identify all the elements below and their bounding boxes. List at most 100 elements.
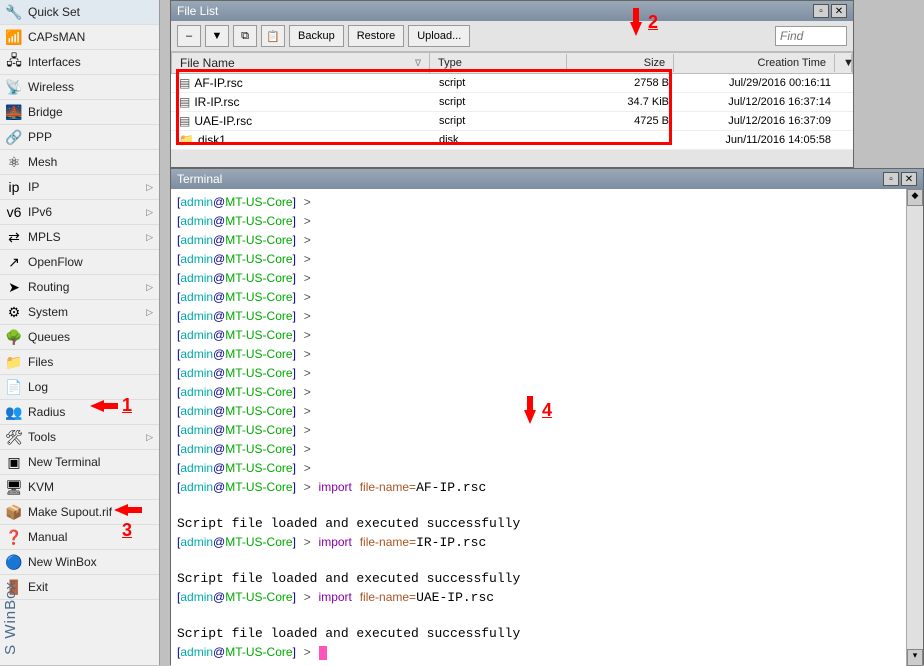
menu-item-kvm[interactable]: 🖥KVM [0,475,159,500]
file-ctime: Jul/12/2016 16:37:09 [677,113,839,129]
paste-button[interactable]: 📋 [261,25,285,47]
col-type[interactable]: Type [430,54,567,72]
menu-item-radius[interactable]: 👥Radius [0,400,159,425]
file-icon: ▤ [179,76,190,90]
file-ctime: Jun/11/2016 14:05:58 [677,132,839,148]
menu-icon: 📁 [6,354,22,370]
table-row[interactable]: ▤ IR-IP.rscscript34.7 KiBJul/12/2016 16:… [171,93,853,112]
file-name: UAE-IP.rsc [194,114,252,128]
table-row[interactable]: ▤ UAE-IP.rscscript4725 BJul/12/2016 16:3… [171,112,853,131]
menu-item-mesh[interactable]: ⚛ Mesh [0,150,159,175]
submenu-arrow-icon: ▷ [146,182,153,193]
terminal-scrollbar[interactable]: ◆ ▾ [906,189,923,666]
menu-item-files[interactable]: 📁Files [0,350,159,375]
sidebar: 🔧 Quick Set 📶CAPsMAN🖧Interfaces📡Wireless🌉B… [0,0,160,665]
terminal-content[interactable]: [admin@MT-US-Core] > [admin@MT-US-Core] … [171,189,906,666]
menu-label: Wireless [28,80,153,94]
terminal-close-button[interactable]: ✕ [901,172,917,186]
menu-item-bridge[interactable]: 🌉Bridge [0,100,159,125]
menu-item-new-winbox[interactable]: 🔵New WinBox [0,550,159,575]
menu-item-capsman[interactable]: 📶CAPsMAN [0,25,159,50]
menu-label: Mesh [28,155,153,169]
col-file-name[interactable]: File Name∇ [172,53,430,73]
menu-icon: ip [6,179,22,195]
file-type: disk [431,132,569,148]
restore-button[interactable]: Restore [348,25,405,47]
terminal-titlebar[interactable]: Terminal ▫ ✕ [171,169,923,189]
menu-icon: ➤ [6,279,22,295]
file-size: 34.7 KiB [569,94,677,110]
menu-item-ipv6[interactable]: v6IPv6▷ [0,200,159,225]
file-name: IR-IP.rsc [194,95,239,109]
menu-item-new-terminal[interactable]: ▣ New Terminal [0,450,159,475]
close-button[interactable]: ✕ [831,4,847,18]
menu-label: Routing [28,280,140,294]
menu-item-exit[interactable]: 🚪Exit [0,575,159,600]
minimize-button[interactable]: ▫ [813,4,829,18]
file-list-title: File List [177,4,811,18]
menu-label: System [28,305,140,319]
menu-icon: 🖥 [6,479,22,495]
col-menu-button[interactable]: ▼ [835,54,852,72]
menu-item-mpls[interactable]: ⇄MPLS▷ [0,225,159,250]
terminal-title: Terminal [177,172,881,186]
menu-item-tools[interactable]: 🛠Tools▷ [0,425,159,450]
menu-icon: ⇄ [6,229,22,245]
menu-item-openflow[interactable]: ↗OpenFlow [0,250,159,275]
menu-label: Interfaces [28,55,153,69]
menu-item-log[interactable]: 📄 Log [0,375,159,400]
copy-button[interactable]: ⧉ [233,25,257,47]
menu-item-ppp[interactable]: 🔗PPP [0,125,159,150]
menu-icon: v6 [6,204,22,220]
menu-item-queues[interactable]: 🌳Queues [0,325,159,350]
menu-label: IP [28,180,140,194]
menu-label: Radius [28,405,153,419]
menu-label: New Terminal [28,455,153,469]
filter-button[interactable]: ▼ [205,25,229,47]
table-row[interactable]: ▤ AF-IP.rscscript2758 BJul/29/2016 00:16… [171,74,853,93]
submenu-arrow-icon: ▷ [146,307,153,318]
file-size: 4725 B [569,113,677,129]
menu-icon: 📄 [6,379,22,395]
menu-icon: 🛠 [6,429,22,445]
menu-icon: 🌉 [6,104,22,120]
menu-icon: 🔧 [6,4,22,20]
col-size[interactable]: Size [567,54,674,72]
menu-icon: ▣ [6,454,22,470]
menu-label: CAPsMAN [28,30,153,44]
menu-item-interfaces[interactable]: 🖧Interfaces [0,50,159,75]
col-ctime[interactable]: Creation Time [674,54,835,72]
file-size: 2758 B [569,75,677,91]
file-list-titlebar[interactable]: File List ▫ ✕ [171,1,853,21]
upload-button[interactable]: Upload... [408,25,470,47]
menu-item-wireless[interactable]: 📡Wireless [0,75,159,100]
menu-label: Quick Set [28,5,153,19]
table-row[interactable]: 📁 disk1diskJun/11/2016 14:05:58 [171,131,853,150]
table-header[interactable]: File Name∇ Type Size Creation Time ▼ [171,52,853,74]
menu-label: Make Supout.rif [28,505,153,519]
menu-icon: 🔵 [6,554,22,570]
menu-item-system[interactable]: ⚙ System ▷ [0,300,159,325]
menu-item-routing[interactable]: ➤Routing▷ [0,275,159,300]
app-vertical-label: S WinBox [0,577,21,659]
submenu-arrow-icon: ▷ [146,207,153,218]
menu-icon: ⚙ [6,304,22,320]
file-table: File Name∇ Type Size Creation Time ▼ ▤ A… [171,52,853,150]
remove-button[interactable]: – [177,25,201,47]
menu-label: Log [28,380,153,394]
menu-item-ip[interactable]: ip IP ▷ [0,175,159,200]
terminal-minimize-button[interactable]: ▫ [883,172,899,186]
submenu-arrow-icon: ▷ [146,432,153,443]
scroll-down-button[interactable]: ▾ [907,649,923,666]
backup-button[interactable]: Backup [289,25,344,47]
file-toolbar: – ▼ ⧉ 📋 Backup Restore Upload... [171,21,853,52]
file-size [569,138,677,142]
menu-item-make-supout-rif[interactable]: 📦Make Supout.rif [0,500,159,525]
scroll-up-button[interactable]: ◆ [907,189,923,206]
menu-label: Manual [28,530,153,544]
menu-item-manual[interactable]: ❓Manual [0,525,159,550]
file-type: script [431,75,569,91]
menu-icon: ⚛ [6,154,22,170]
find-input[interactable] [775,26,847,46]
menu-item-quick-set[interactable]: 🔧 Quick Set [0,0,159,25]
